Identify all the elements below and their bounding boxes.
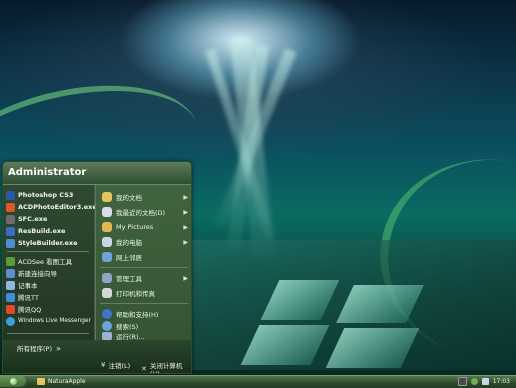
place-label: 管理工具 — [116, 275, 142, 283]
place-label: 我的电脑 — [116, 239, 142, 247]
place-label: 运行(R)... — [116, 333, 145, 340]
user-status-icon[interactable] — [470, 377, 478, 385]
sfc-icon — [6, 214, 15, 224]
place-label: 搜索(S) — [116, 323, 139, 331]
program-label: SFC.exe — [18, 215, 48, 223]
search-icon — [102, 321, 112, 331]
places-panel: 我的文档 ▶ 我最近的文档(D) ▶ My Pictures ▶ 我的电脑 ▶ … — [95, 185, 191, 340]
place-help[interactable]: 帮助和支持(H) — [102, 308, 190, 320]
submenu-arrow-icon: ▶ — [183, 274, 188, 282]
program-label: 腾讯QQ — [18, 306, 42, 314]
power-icon: ✕ — [141, 365, 147, 373]
place-admin-tools[interactable]: 管理工具 ▶ — [102, 272, 190, 284]
program-network-wizard[interactable]: 新建连接向导 — [6, 267, 57, 279]
place-search[interactable]: 搜索(S) — [102, 320, 190, 332]
run-icon — [102, 332, 112, 340]
program-sfc[interactable]: SFC.exe — [6, 213, 47, 225]
place-network-places[interactable]: 网上邻居 — [102, 251, 190, 263]
program-label: 记事本 — [18, 282, 38, 290]
all-programs-button[interactable]: 所有程序(P) » — [17, 343, 61, 354]
program-resbuild[interactable]: ResBuild.exe — [6, 225, 65, 237]
program-messenger[interactable]: Windows Live Messenger — [6, 315, 91, 327]
photoshop-icon — [6, 190, 15, 200]
program-label: Photoshop CS3 — [18, 191, 74, 199]
place-run[interactable]: 运行(R)... — [102, 332, 190, 340]
folder-icon — [37, 377, 45, 385]
qq-icon — [6, 304, 15, 314]
program-qq[interactable]: 腾讯QQ — [6, 303, 41, 315]
place-my-documents[interactable]: 我的文档 ▶ — [102, 191, 190, 203]
network-places-icon — [102, 252, 112, 262]
place-label: 我的文档 — [116, 194, 142, 202]
acdsee-icon — [6, 256, 15, 266]
place-my-computer[interactable]: 我的电脑 ▶ — [102, 236, 190, 248]
program-notepad[interactable]: 记事本 — [6, 279, 38, 291]
tencent-tt-icon — [6, 292, 15, 302]
separator — [7, 251, 89, 252]
program-acd-photo-editor[interactable]: ACDPhotoEditor3.exe — [6, 201, 97, 213]
program-label: 新建连接向导 — [18, 270, 57, 278]
admin-tools-icon — [102, 273, 112, 283]
place-my-pictures[interactable]: My Pictures ▶ — [102, 221, 190, 233]
all-programs-label: 所有程序(P) — [17, 345, 52, 353]
program-stylebuilder[interactable]: StyleBuilder.exe — [6, 237, 78, 249]
place-label: My Pictures — [116, 223, 154, 231]
resbuild-icon — [6, 226, 15, 236]
submenu-arrow-icon: ▶ — [183, 208, 188, 216]
separator — [7, 333, 89, 334]
start-menu: Administrator Photoshop CS3 ACDPhotoEdit… — [2, 161, 192, 374]
log-off-button[interactable]: ¥ 注销(L) — [101, 360, 130, 370]
clock[interactable]: 17:03 — [493, 378, 510, 385]
messenger-icon — [6, 316, 15, 326]
notepad-icon — [6, 280, 15, 290]
place-label: 帮助和支持(H) — [116, 311, 159, 319]
help-icon — [102, 309, 112, 319]
place-recent-documents[interactable]: 我最近的文档(D) ▶ — [102, 206, 190, 218]
taskbar-window-button[interactable]: NaturaApple — [37, 376, 86, 386]
place-printers[interactable]: 打印机和传真 — [102, 287, 190, 299]
start-button[interactable] — [0, 375, 26, 387]
separator — [100, 267, 188, 268]
network-icon[interactable] — [481, 377, 489, 385]
program-acdsee[interactable]: ACDSee 看图工具 — [6, 255, 72, 267]
recent-documents-icon — [102, 207, 112, 217]
program-label: ResBuild.exe — [18, 227, 66, 235]
submenu-arrow-icon: ▶ — [183, 238, 188, 246]
system-tray: 17:03 — [440, 376, 516, 386]
place-label: 网上邻居 — [116, 254, 142, 262]
pinned-programs-panel: Photoshop CS3 ACDPhotoEditor3.exe SFC.ex… — [3, 185, 97, 340]
log-off-label: 注销(L) — [108, 362, 131, 370]
my-pictures-icon — [102, 222, 112, 232]
program-label: ACDSee 看图工具 — [18, 258, 73, 266]
place-label: 打印机和传真 — [116, 290, 155, 298]
place-label: 我最近的文档(D) — [116, 209, 166, 217]
start-menu-user-name: Administrator — [3, 162, 191, 185]
keyboard-icon[interactable] — [457, 376, 467, 386]
log-off-icon: ¥ — [101, 361, 106, 369]
network-wizard-icon — [6, 268, 15, 278]
shut-down-button[interactable]: ✕ 关闭计算机(U) — [141, 360, 191, 374]
windows-logo-icon — [9, 377, 17, 385]
program-label: Windows Live Messenger — [18, 318, 91, 324]
program-label: ACDPhotoEditor3.exe — [18, 203, 97, 211]
printers-icon — [102, 288, 112, 298]
submenu-arrow-icon: ▶ — [183, 223, 188, 231]
submenu-arrow-icon: ▶ — [183, 193, 188, 201]
shut-down-label: 关闭计算机(U) — [149, 362, 183, 374]
my-documents-icon — [102, 192, 112, 202]
stylebuilder-icon — [6, 238, 15, 248]
acd-photo-editor-icon — [6, 202, 15, 212]
my-computer-icon — [102, 237, 112, 247]
taskbar-window-label: NaturaApple — [48, 377, 86, 385]
program-label: 腾讯TT — [18, 294, 39, 302]
program-tencent-tt[interactable]: 腾讯TT — [6, 291, 39, 303]
separator — [100, 303, 188, 304]
program-photoshop[interactable]: Photoshop CS3 — [6, 189, 73, 201]
arrow-right-icon: » — [56, 343, 61, 353]
program-label: StyleBuilder.exe — [18, 239, 78, 247]
